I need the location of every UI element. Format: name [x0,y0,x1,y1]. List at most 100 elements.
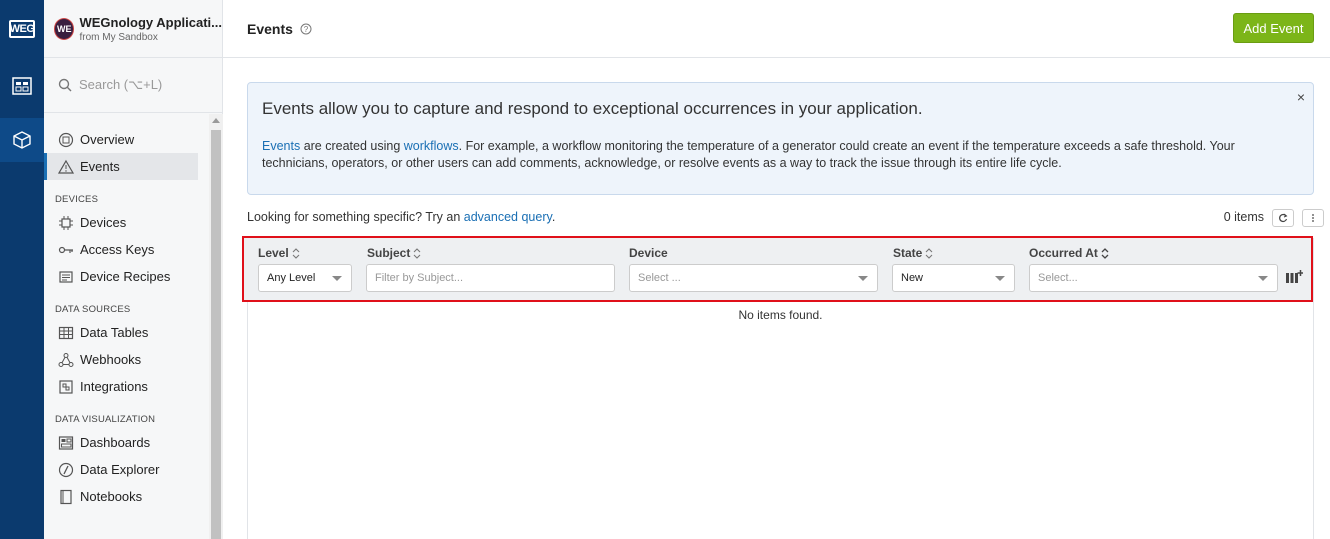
sidebar: WE WEGnology Applicati... from My Sandbo… [44,0,223,539]
sidebar-nav: Overview Events DEVICES Devices Access K… [44,114,209,539]
item-count: 0 items [1223,210,1264,224]
workflows-doc-link[interactable]: workflows [404,139,459,153]
sidebar-item-label: Device Recipes [80,269,171,284]
search-placeholder: Search (⌥+L) [79,77,163,92]
query-text: Looking for something specific? Try an [247,210,464,224]
warning-triangle-icon [58,159,74,174]
chevron-down-icon [995,276,1005,281]
column-settings-icon[interactable] [1285,270,1304,287]
state-select-value: New [901,272,924,284]
sort-icon [1101,247,1109,259]
subject-column-header[interactable]: Subject [367,246,421,260]
sidebar-item-dashboards[interactable]: Dashboards [44,429,209,456]
compass-icon [58,462,74,477]
key-icon [58,246,73,253]
global-rail: WEG [0,0,44,539]
sidebar-item-integrations[interactable]: Integrations [44,373,209,400]
page-header: Events ? Add Event [223,0,1330,58]
kebab-menu-icon [1312,214,1314,222]
device-header-label: Device [629,246,668,260]
close-icon[interactable]: × [1297,89,1305,105]
table-icon [58,326,74,339]
notebook-icon [60,489,72,504]
subject-filter-input[interactable]: Filter by Subject... [366,264,615,292]
integration-icon [59,379,73,394]
svg-text:?: ? [304,25,309,34]
info-text-1: are created using [300,139,404,153]
state-header-label: State [893,246,923,260]
level-column-header[interactable]: Level [258,246,300,260]
overview-icon [58,132,74,147]
info-heading: Events allow you to capture and respond … [262,99,923,118]
scroll-up-arrow[interactable] [212,118,220,123]
events-doc-link[interactable]: Events [262,139,300,153]
main-content: Events ? Add Event Events allow you to c… [223,0,1330,539]
app-subtitle: from My Sandbox [79,31,158,43]
sort-icon [413,247,421,259]
sidebar-item-events[interactable]: Events [44,153,198,180]
app-name: WEGnology Applicati... [79,14,222,30]
sidebar-item-label: Events [80,159,120,174]
chevron-down-icon [332,276,342,281]
subject-filter-placeholder: Filter by Subject... [375,272,464,284]
occurred-at-placeholder: Select... [1038,272,1078,284]
sidebar-item-label: Data Explorer [80,462,160,477]
app-switcher[interactable]: WE WEGnology Applicati... from My Sandbo… [44,0,222,58]
chevron-down-icon [858,276,868,281]
sort-icon [292,247,300,259]
sidebar-item-overview[interactable]: Overview [44,126,209,153]
refresh-button[interactable] [1272,209,1294,227]
more-options-button[interactable] [1302,209,1324,227]
sidebar-item-label: Webhooks [80,352,142,367]
sort-icon [925,247,933,259]
empty-state-text: No items found. [738,308,823,322]
add-event-button[interactable]: Add Event [1233,13,1314,43]
level-header-label: Level [258,246,289,260]
search-icon [58,78,72,92]
occurred-at-column-header[interactable]: Occurred At [1029,246,1109,260]
org-dashboard-icon[interactable] [0,64,44,108]
weg-logo[interactable]: WEG [0,8,44,50]
page-title: Events [247,20,293,37]
sidebar-item-label: Access Keys [80,242,155,257]
device-select[interactable]: Select ... [629,264,878,292]
section-data-sources: DATA SOURCES [55,304,131,315]
sidebar-item-access-keys[interactable]: Access Keys [44,236,209,263]
occurred-at-select[interactable]: Select... [1029,264,1278,292]
sidebar-item-notebooks[interactable]: Notebooks [44,483,209,510]
sidebar-item-device-recipes[interactable]: Device Recipes [44,263,209,290]
section-data-visualization: DATA VISUALIZATION [55,414,156,425]
dashboard-icon [58,435,74,450]
state-column-header[interactable]: State [893,246,933,260]
query-row: Looking for something specific? Try an a… [247,209,1324,228]
device-select-placeholder: Select ... [638,272,681,284]
sidebar-item-label: Devices [80,215,127,230]
sidebar-item-devices[interactable]: Devices [44,209,209,236]
sidebar-search[interactable]: Search (⌥+L) [44,58,222,113]
sidebar-item-label: Integrations [80,379,148,394]
subject-header-label: Subject [367,246,411,260]
app-avatar: WE [54,17,75,40]
state-select[interactable]: New [892,264,1015,292]
chevron-down-icon [1258,276,1268,281]
info-banner: Events allow you to capture and respond … [247,82,1314,195]
sidebar-item-label: Notebooks [80,489,143,504]
sidebar-scrollbar[interactable] [209,114,223,539]
sidebar-item-webhooks[interactable]: Webhooks [44,346,209,373]
refresh-icon [1279,213,1288,223]
filter-bar: Level Any Level Subject Filter by Subjec… [242,236,1313,302]
level-select-value: Any Level [267,272,316,284]
scrollbar-thumb[interactable] [211,130,221,539]
webhook-icon [58,352,74,367]
advanced-query-link[interactable]: advanced query [464,210,552,224]
sidebar-item-label: Dashboards [80,435,151,450]
occurred-at-header-label: Occurred At [1029,246,1098,260]
sidebar-item-data-tables[interactable]: Data Tables [44,319,209,346]
application-cube-icon[interactable] [0,118,44,162]
sidebar-item-label: Data Tables [80,325,149,340]
sidebar-item-data-explorer[interactable]: Data Explorer [44,456,209,483]
recipe-icon [59,270,73,283]
help-icon[interactable]: ? [300,23,312,35]
device-column-header: Device [629,246,668,260]
level-select[interactable]: Any Level [258,264,352,292]
